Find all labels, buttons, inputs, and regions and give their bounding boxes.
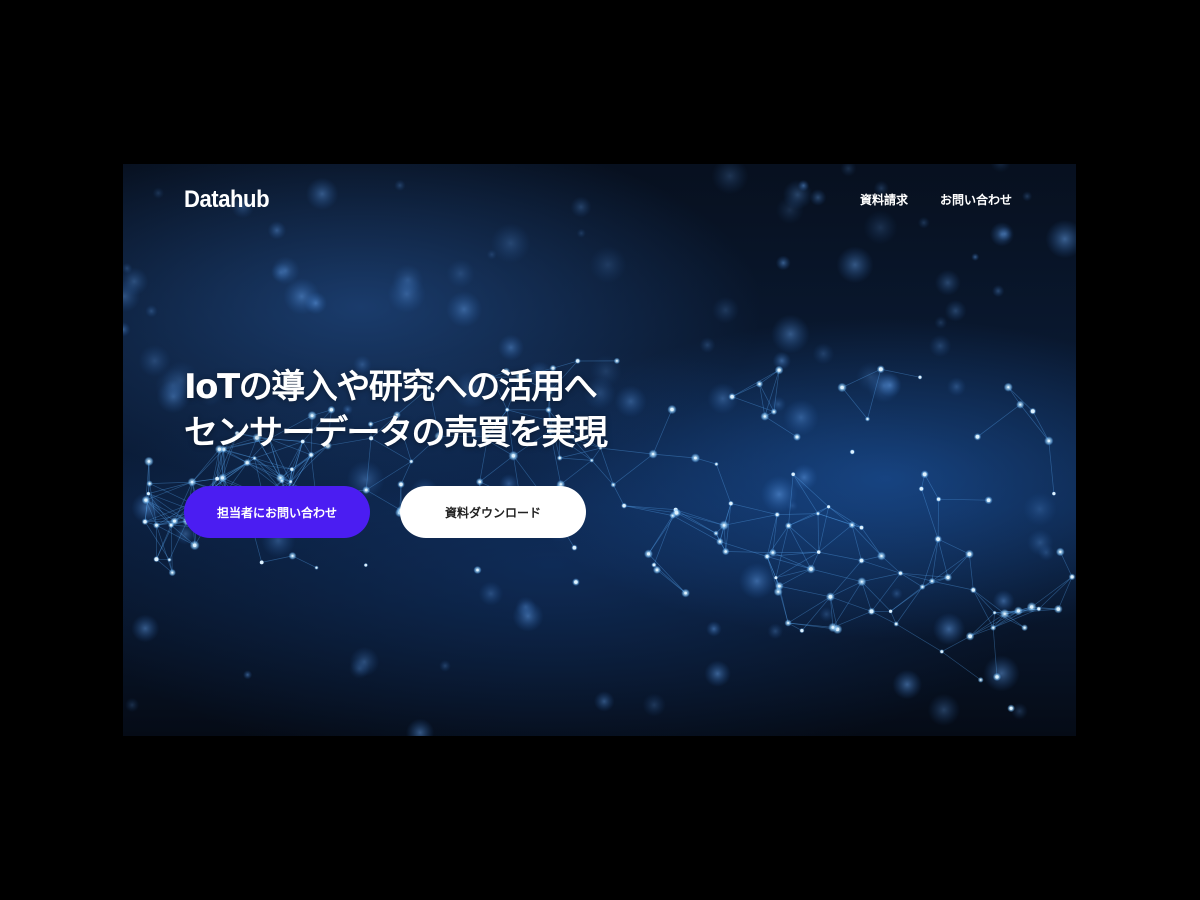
datahub-logo[interactable]: Datahub [184, 186, 270, 214]
nav-request-materials[interactable]: 資料請求 [860, 191, 908, 208]
top-nav: 資料請求 お問い合わせ [860, 191, 1012, 208]
cta-buttons: 担当者にお問い合わせ 資料ダウンロード [184, 486, 586, 538]
contact-sales-button[interactable]: 担当者にお問い合わせ [184, 486, 370, 538]
download-materials-button[interactable]: 資料ダウンロード [400, 486, 586, 538]
hero-headline: IoTの導入や研究への活用へ センサーデータの売買を実現 [184, 364, 608, 456]
headline-line-1: IoTの導入や研究への活用へ [184, 367, 598, 407]
top-header: Datahub 資料請求 お問い合わせ [123, 164, 1076, 236]
hero-section: Datahub 資料請求 お問い合わせ IoTの導入や研究への活用へ センサーデ… [123, 164, 1076, 736]
nav-contact[interactable]: お問い合わせ [940, 191, 1012, 208]
page-backdrop: Datahub 資料請求 お問い合わせ IoTの導入や研究への活用へ センサーデ… [0, 0, 1200, 900]
headline-line-2: センサーデータの売買を実現 [184, 413, 608, 453]
